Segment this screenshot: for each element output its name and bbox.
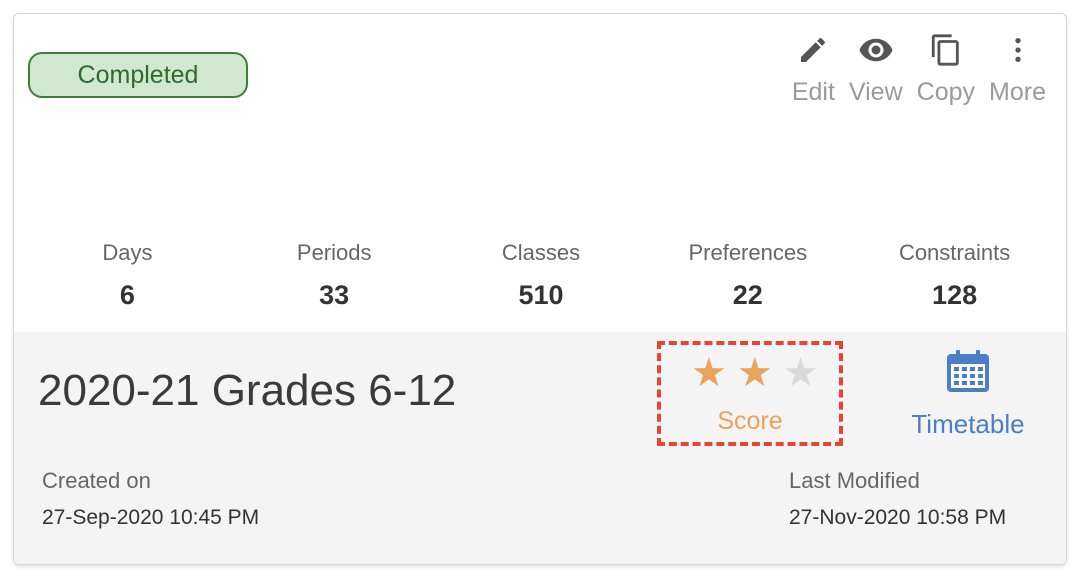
score-rating[interactable]: ★ ★ ★ Score: [657, 341, 843, 446]
stat-periods: Periods 33: [244, 240, 424, 311]
timetable-label: Timetable: [911, 409, 1025, 439]
star-rating: ★ ★ ★: [691, 353, 829, 393]
timetable-name: 2020-21 Grades 6-12: [38, 366, 457, 415]
star-icon: ★: [782, 351, 819, 395]
stat-value: 6: [119, 280, 135, 310]
stat-days: Days 6: [37, 240, 217, 311]
stat-label: Periods: [296, 240, 372, 265]
created-value: 27-Sep-2020 10:45 PM: [42, 506, 260, 529]
action-toolbar: Edit View Copy More: [778, 32, 1046, 107]
edit-button[interactable]: Edit: [792, 32, 835, 107]
copy-button[interactable]: Copy: [917, 32, 975, 107]
stat-value: 22: [732, 280, 763, 310]
more-vertical-icon: [1000, 32, 1036, 68]
stat-label: Classes: [501, 240, 581, 265]
created-info: Created on 27-Sep-2020 10:45 PM: [42, 468, 259, 530]
stat-classes: Classes 510: [451, 240, 631, 311]
status-badge: Completed: [28, 52, 248, 98]
stats-row: Days 6 Periods 33 Classes 510 Preference…: [14, 240, 1066, 311]
more-label: More: [989, 78, 1046, 106]
score-label: Score: [717, 407, 783, 435]
calendar-icon: [945, 350, 991, 399]
stat-value: 510: [518, 280, 564, 310]
stat-constraints: Constraints 128: [865, 240, 1045, 311]
view-label: View: [848, 78, 903, 106]
edit-label: Edit: [791, 78, 835, 106]
stat-label: Constraints: [898, 240, 1011, 265]
star-icon: ★: [691, 351, 727, 395]
stat-value: 33: [319, 280, 350, 310]
pencil-icon: [795, 32, 831, 68]
stat-label: Days: [102, 240, 153, 265]
copy-label: Copy: [916, 78, 976, 106]
created-label: Created on: [42, 468, 151, 493]
stat-preferences: Preferences 22: [658, 240, 838, 311]
timetable-link[interactable]: Timetable: [894, 350, 1042, 440]
copy-icon: [928, 32, 964, 68]
stat-label: Preferences: [688, 240, 808, 265]
eye-icon: [858, 32, 894, 68]
timetable-card: Completed Edit View Copy More Days 6 Per…: [13, 13, 1067, 565]
card-footer: 2020-21 Grades 6-12 ★ ★ ★ Score Timetabl…: [14, 332, 1066, 564]
star-icon: ★: [736, 351, 773, 395]
more-button[interactable]: More: [989, 32, 1046, 107]
stat-value: 128: [932, 280, 978, 310]
modified-label: Last Modified: [789, 468, 920, 493]
modified-value: 27-Nov-2020 10:58 PM: [789, 506, 1007, 529]
modified-info: Last Modified 27-Nov-2020 10:58 PM: [789, 468, 1006, 530]
view-button[interactable]: View: [849, 32, 903, 107]
